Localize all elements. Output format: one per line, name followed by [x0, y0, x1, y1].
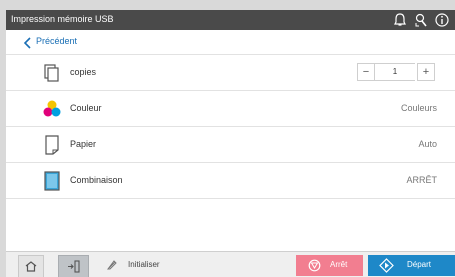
stop-button[interactable]: Arrêt: [296, 255, 363, 276]
stop-icon: [308, 259, 321, 272]
setting-row-color[interactable]: Couleur Couleurs: [6, 91, 455, 127]
back-link[interactable]: Précédent: [36, 36, 77, 46]
setting-value-combine: ARRÊT: [406, 175, 437, 185]
home-button[interactable]: [18, 255, 44, 277]
footer-bar: Initialiser Arrêt Départ: [6, 251, 455, 277]
screen: Impression mémoire USB Précédent copies …: [6, 10, 455, 277]
combine-icon: [42, 171, 62, 191]
copies-icon: [42, 63, 62, 83]
start-button[interactable]: Départ: [368, 255, 455, 276]
setting-value-paper: Auto: [418, 139, 437, 149]
setting-row-combine[interactable]: Combinaison ARRÊT: [6, 163, 455, 199]
panel-button[interactable]: [58, 255, 89, 277]
increment-button[interactable]: +: [417, 63, 435, 81]
panel-icon: [68, 260, 80, 273]
setting-row-copies: copies − 1 +: [6, 55, 455, 91]
chevron-left-icon[interactable]: [23, 36, 33, 49]
color-icon: [42, 99, 62, 119]
setting-label-paper: Papier: [70, 139, 97, 149]
bell-icon[interactable]: [391, 11, 409, 29]
home-icon: [25, 261, 37, 272]
start-icon: [379, 258, 394, 273]
setting-label-copies: copies: [70, 67, 97, 77]
page-title: Impression mémoire USB: [11, 14, 114, 24]
tool-icon[interactable]: [412, 11, 430, 29]
eraser-icon: [107, 260, 117, 270]
copies-stepper: − 1 +: [357, 63, 435, 81]
reset-button[interactable]: Initialiser: [94, 255, 172, 276]
paper-icon: [42, 135, 62, 155]
stop-label: Arrêt: [330, 260, 348, 269]
title-bar: Impression mémoire USB: [6, 10, 455, 30]
setting-label-combine: Combinaison: [70, 175, 123, 185]
setting-row-paper[interactable]: Papier Auto: [6, 127, 455, 163]
setting-value-color: Couleurs: [400, 103, 437, 113]
back-bar: Précédent: [6, 30, 455, 55]
decrement-button[interactable]: −: [357, 63, 375, 81]
setting-label-color: Couleur: [70, 103, 102, 113]
reset-label: Initialiser: [128, 260, 160, 269]
copies-value[interactable]: 1: [375, 63, 415, 81]
info-icon[interactable]: [433, 11, 451, 29]
start-label: Départ: [407, 260, 432, 269]
